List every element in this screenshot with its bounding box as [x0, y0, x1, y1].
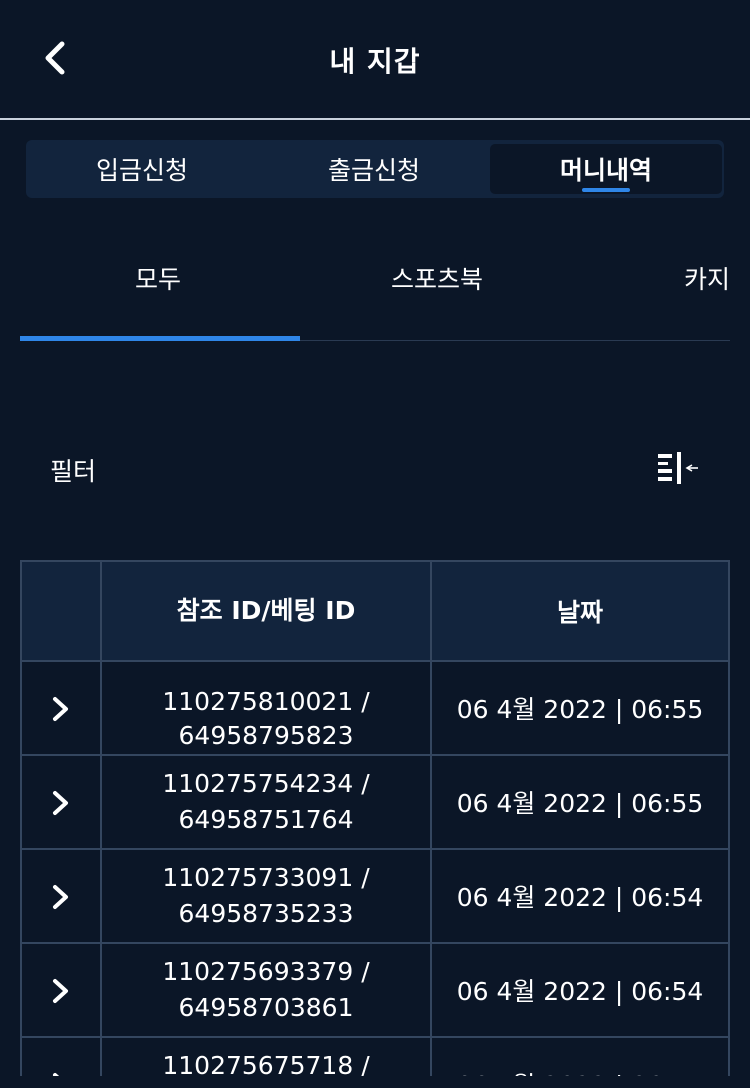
filter-collapse-icon[interactable] [656, 450, 700, 490]
subtab-sportsbook[interactable]: 스포츠북 [391, 260, 483, 296]
table-row[interactable]: 110275810021 / 64958795823 06 4월 2022 | … [20, 660, 730, 756]
top-bar: 내 지갑 [0, 0, 750, 120]
table-row[interactable]: 110275733091 / 64958735233 06 4월 2022 | … [20, 848, 730, 944]
expand-cell[interactable] [20, 660, 102, 756]
active-tab-indicator [582, 188, 630, 192]
table-header-row: 참조 ID/베팅 ID 날짜 [20, 560, 730, 662]
date-cell: 06 4월 2022 | 06:54 [430, 942, 730, 1038]
tab-deposit[interactable]: 입금신청 [26, 140, 258, 198]
date-cell: 06 4월 2022 | 06:54 [430, 848, 730, 944]
chevron-right-icon[interactable] [49, 976, 73, 1006]
ref-id: 110275733091 / [162, 863, 370, 892]
tab-withdraw[interactable]: 출금신청 [258, 140, 490, 198]
table-row[interactable]: 110275693379 / 64958703861 06 4월 2022 | … [20, 942, 730, 1038]
chevron-right-icon[interactable] [49, 1070, 73, 1077]
active-subtab-indicator [20, 336, 300, 341]
expand-cell[interactable] [20, 1036, 102, 1077]
expand-cell[interactable] [20, 942, 102, 1038]
ref-id: 110275754234 / [162, 769, 370, 798]
wallet-tabs: 입금신청 출금신청 머니내역 [26, 140, 724, 198]
bet-id: 64958735233 [178, 899, 354, 928]
ref-id: 110275675718 / [162, 1051, 370, 1076]
tab-money-history-label: 머니내역 [559, 156, 652, 185]
chevron-right-icon[interactable] [49, 788, 73, 818]
page-title: 내 지갑 [329, 45, 421, 78]
ref-cell: 110275733091 / 64958735233 [100, 848, 432, 944]
date-cell: 06 4월 2022 | 06:55 [430, 660, 730, 756]
date-cell: 06 4월 2022 | 06:54 [430, 1036, 730, 1076]
table-row[interactable]: 110275754234 / 64958751764 06 4월 2022 | … [20, 754, 730, 850]
ref-id: 110275693379 / [162, 957, 370, 986]
tab-withdraw-label: 출금신청 [327, 156, 420, 185]
expand-cell[interactable] [20, 848, 102, 944]
history-table: 참조 ID/베팅 ID 날짜 110275810021 / 6495879582… [20, 560, 730, 1076]
table-row[interactable]: 110275675718 / 64958689854 06 4월 2022 | … [20, 1036, 730, 1077]
header-ref-id: 참조 ID/베팅 ID [100, 560, 432, 662]
tab-money-history[interactable]: 머니내역 [490, 144, 722, 194]
ref-cell: 110275675718 / 64958689854 [100, 1036, 432, 1076]
subtab-all[interactable]: 모두 [135, 260, 181, 296]
ref-cell: 110275754234 / 64958751764 [100, 754, 432, 850]
filter-label: 필터 [50, 457, 97, 486]
header-date: 날짜 [430, 560, 730, 662]
chevron-right-icon[interactable] [49, 694, 73, 724]
date-cell: 06 4월 2022 | 06:55 [430, 754, 730, 850]
bet-id: 64958795823 [178, 721, 354, 750]
subtab-casino[interactable]: 카지 [684, 260, 730, 296]
ref-cell: 110275810021 / 64958795823 [100, 660, 432, 756]
bet-id: 64958751764 [178, 805, 354, 834]
chevron-right-icon[interactable] [49, 882, 73, 912]
tab-deposit-label: 입금신청 [95, 156, 188, 185]
expand-cell[interactable] [20, 754, 102, 850]
ref-id: 110275810021 / [162, 687, 370, 716]
category-tabs: 모두 스포츠북 카지 [20, 240, 730, 341]
ref-cell: 110275693379 / 64958703861 [100, 942, 432, 1038]
bet-id: 64958703861 [178, 993, 354, 1022]
header-expand [20, 560, 102, 662]
